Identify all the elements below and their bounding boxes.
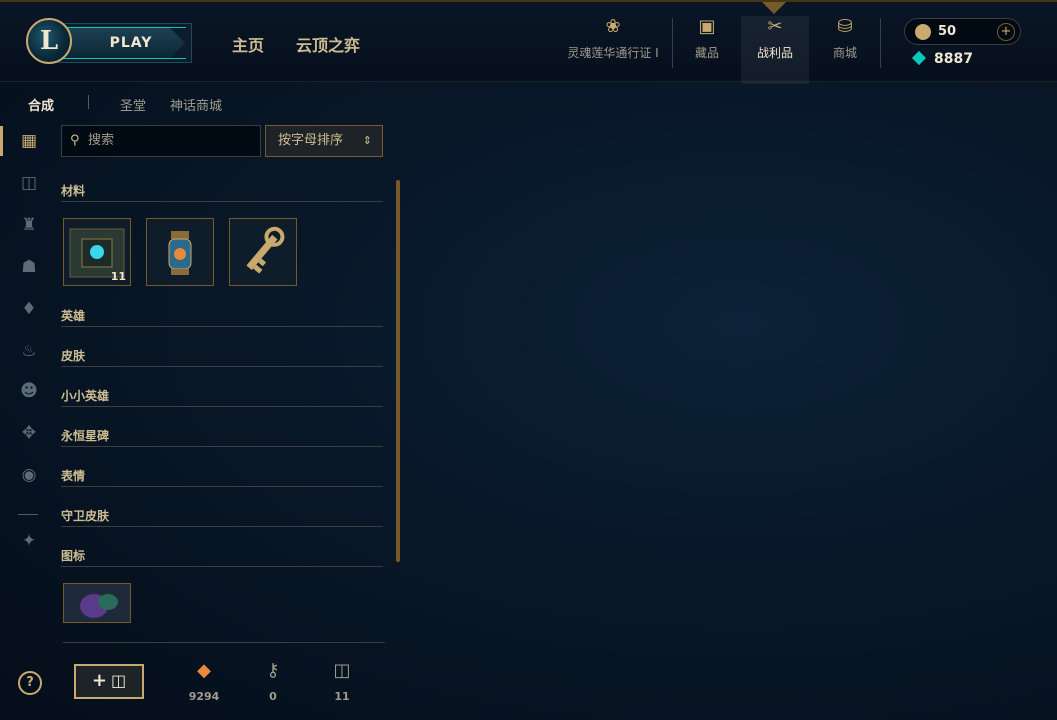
key-fragment-icon: ⚷: [266, 660, 280, 681]
nav-store[interactable]: ⛁ 商城: [811, 16, 879, 84]
search-placeholder: 搜索: [88, 133, 115, 148]
list-scrollbar[interactable]: [396, 180, 400, 562]
blue-essence-amount: 8887: [934, 51, 973, 67]
rail-divider: [18, 514, 38, 515]
search-icon: ⚲: [70, 133, 80, 148]
league-logo: L: [26, 18, 72, 64]
helmet-icon[interactable]: ♜: [16, 212, 42, 238]
loot-icon: ✂: [767, 16, 783, 37]
blue-essence-display: 8887: [911, 50, 973, 67]
lantern-orb-icon: [168, 231, 192, 275]
section-emotes[interactable]: 表情: [61, 467, 383, 487]
nav-collection-label: 藏品: [694, 46, 719, 60]
emote-face-icon[interactable]: ☻: [16, 378, 42, 404]
rp-coin-icon: [915, 24, 931, 40]
craft-key-button[interactable]: + ◫: [74, 664, 144, 699]
store-coins-icon: ⛁: [837, 16, 853, 37]
loot-item-hextech-chest[interactable]: 11: [63, 218, 131, 286]
item-count: 11: [110, 270, 126, 283]
mask-icon[interactable]: ☗: [16, 254, 42, 280]
loot-item-summoner-icon[interactable]: [63, 583, 131, 623]
golden-key-icon: [246, 226, 285, 274]
nav-tft[interactable]: 云顶之弈: [296, 32, 360, 56]
rail-active-marker: [0, 126, 3, 156]
search-input[interactable]: ⚲ 搜索: [61, 125, 261, 157]
ward-icon[interactable]: ♦: [16, 296, 42, 322]
help-button[interactable]: ?: [18, 671, 42, 695]
active-indicator-caret: [762, 2, 786, 14]
flame-icon[interactable]: ♨: [16, 338, 42, 364]
nav-collection[interactable]: ▣ 藏品: [673, 16, 741, 84]
top-navigation-bar: L PLAY 主页 云顶之弈 ❀ 灵魂莲华通行证 I ▣ 藏品 ✂ 战利品 ⛁ …: [0, 0, 1057, 84]
section-ward-skins[interactable]: 守卫皮肤: [61, 507, 383, 527]
crest-icon[interactable]: ✦: [16, 528, 42, 554]
orange-essence-balance: ◆ 9294: [179, 660, 229, 703]
chest-icon[interactable]: ◫: [16, 170, 42, 196]
chest-balance: ◫ 11: [317, 660, 367, 703]
tab-sanctum[interactable]: 圣堂: [120, 95, 146, 114]
chevron-updown-icon: ⇕: [362, 134, 372, 147]
collection-bag-icon: ▣: [698, 16, 716, 37]
sort-dropdown[interactable]: 按字母排序 ⇕: [265, 125, 383, 157]
chest-value: 11: [334, 690, 350, 703]
orange-essence-icon: ◆: [197, 660, 211, 681]
rp-wallet[interactable]: 50 +: [904, 18, 1021, 45]
key-fragment-value: 0: [269, 690, 277, 703]
subtab-separator: [88, 95, 89, 109]
chest-icon: ◫: [110, 671, 127, 690]
loot-item-lantern-orb[interactable]: [146, 218, 214, 286]
summoner-icon-art: [64, 584, 130, 622]
nav-loot-label: 战利品: [756, 46, 793, 60]
nav-pass[interactable]: ❀ 灵魂莲华通行证 I: [560, 16, 666, 84]
grid-icon[interactable]: ▦: [16, 128, 42, 154]
key-fragment-balance: ⚷ 0: [248, 660, 298, 703]
footer-divider: [63, 642, 385, 643]
craft-plus: +: [91, 670, 107, 691]
nav-pass-label: 灵魂莲华通行证 I: [567, 46, 659, 60]
section-icons[interactable]: 图标: [61, 547, 383, 567]
tab-crafting[interactable]: 合成: [28, 95, 54, 114]
add-rp-button[interactable]: +: [997, 23, 1015, 41]
section-champions[interactable]: 英雄: [61, 307, 383, 327]
play-button[interactable]: PLAY: [56, 23, 192, 63]
nav-store-label: 商城: [832, 46, 857, 60]
section-little-legends[interactable]: 小小英雄: [61, 387, 383, 407]
orange-essence-value: 9294: [188, 690, 220, 703]
section-eternals[interactable]: 永恒星碑: [61, 427, 383, 447]
play-button-label[interactable]: PLAY: [63, 28, 185, 58]
sort-label: 按字母排序: [278, 133, 344, 148]
nav-loot[interactable]: ✂ 战利品: [741, 16, 809, 84]
totem-icon[interactable]: ✥: [16, 420, 42, 446]
rp-amount: 50: [938, 24, 957, 39]
section-skins[interactable]: 皮肤: [61, 347, 383, 367]
blue-essence-icon: [911, 50, 927, 66]
nav-home[interactable]: 主页: [232, 32, 264, 56]
profile-icon[interactable]: ◉: [16, 462, 42, 488]
tab-mythic-shop[interactable]: 神话商城: [170, 95, 222, 114]
loot-item-golden-key[interactable]: [229, 218, 297, 286]
nav-separator: [880, 18, 881, 68]
section-materials[interactable]: 材料: [61, 182, 383, 202]
chest-icon: ◫: [333, 660, 351, 681]
lotus-icon: ❀: [605, 16, 621, 37]
